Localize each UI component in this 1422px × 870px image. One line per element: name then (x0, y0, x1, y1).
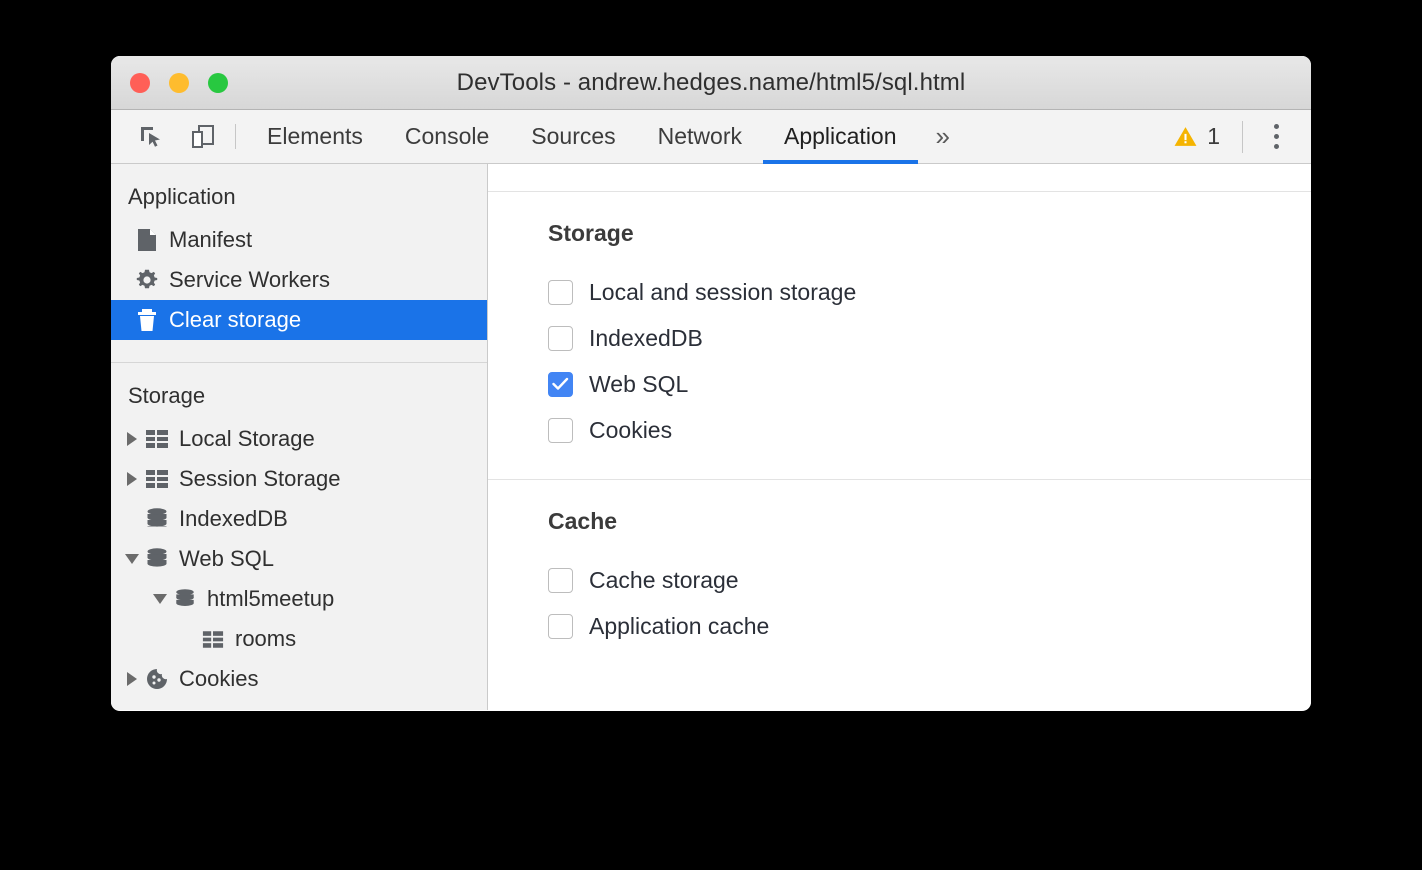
toolbar-right-group: 1 (1167, 110, 1311, 163)
sidebar-item-web-sql[interactable]: Web SQL (111, 539, 487, 579)
sidebar-item-session-storage[interactable]: Session Storage (111, 459, 487, 499)
checkbox-cache-storage[interactable] (548, 568, 573, 593)
sidebar-item-label: Cookies (179, 666, 258, 692)
tab-label: Elements (267, 123, 363, 150)
title-bar: DevTools - andrew.hedges.name/html5/sql.… (111, 56, 1311, 110)
trash-icon (133, 308, 161, 332)
tab-label: Console (405, 123, 489, 150)
checkbox-label: Cookies (589, 417, 672, 444)
checkbox-label: IndexedDB (589, 325, 703, 352)
database-icon (171, 588, 199, 610)
checkbox-local-and-session-storage[interactable] (548, 280, 573, 305)
chevron-right-icon[interactable] (121, 672, 143, 686)
checkbox-row-cache-storage[interactable]: Cache storage (548, 557, 1311, 603)
table-icon (143, 429, 171, 449)
more-tabs-button[interactable]: » (918, 110, 968, 163)
tab-application[interactable]: Application (763, 110, 918, 163)
gear-icon (133, 268, 161, 292)
kebab-dot (1274, 144, 1279, 149)
chevron-right-icon[interactable] (121, 472, 143, 486)
chevron-right-icon[interactable] (121, 432, 143, 446)
checkbox-label: Local and session storage (589, 279, 856, 306)
warning-triangle-icon (1173, 124, 1198, 149)
sidebar-item-label: Clear storage (169, 307, 301, 333)
sidebar-item-label: rooms (235, 626, 296, 652)
sidebar-item-cookies[interactable]: Cookies (111, 659, 487, 699)
table-icon (143, 469, 171, 489)
warning-count: 1 (1207, 123, 1220, 150)
maximize-window-button[interactable] (208, 73, 228, 93)
sidebar-item-label: html5meetup (207, 586, 334, 612)
sidebar-item-label: Session Storage (179, 466, 340, 492)
checkbox-label: Web SQL (589, 371, 688, 398)
sidebar-item-rooms[interactable]: rooms (111, 619, 487, 659)
checkbox-web-sql[interactable] (548, 372, 573, 397)
window-title: DevTools - andrew.hedges.name/html5/sql.… (111, 69, 1311, 97)
checkbox-label: Application cache (589, 613, 769, 640)
close-window-button[interactable] (130, 73, 150, 93)
warning-indicator[interactable]: 1 (1167, 123, 1226, 150)
storage-options-section: Storage Local and session storage Indexe… (488, 192, 1311, 479)
cookie-icon (143, 667, 171, 691)
checkmark-icon (552, 377, 569, 391)
section-heading: Storage (548, 220, 1311, 247)
minimize-window-button[interactable] (169, 73, 189, 93)
checkbox-indexeddb[interactable] (548, 326, 573, 351)
database-icon (143, 547, 171, 571)
toolbar-icon-group (111, 110, 221, 163)
table-icon (199, 630, 227, 649)
traffic-lights (130, 73, 228, 93)
tab-console[interactable]: Console (384, 110, 510, 163)
checkbox-application-cache[interactable] (548, 614, 573, 639)
sidebar-item-label: Manifest (169, 227, 252, 253)
checkbox-row-application-cache[interactable]: Application cache (548, 603, 1311, 649)
checkbox-row-indexeddb[interactable]: IndexedDB (548, 315, 1311, 361)
sidebar-section-title-application: Application (111, 164, 487, 220)
sidebar-item-manifest[interactable]: Manifest (111, 220, 487, 260)
sidebar-item-service-workers[interactable]: Service Workers (111, 260, 487, 300)
tab-elements[interactable]: Elements (246, 110, 384, 163)
section-heading: Cache (548, 508, 1311, 535)
devtools-toolbar: Elements Console Sources Network Applica… (111, 110, 1311, 164)
cache-options-section: Cache Cache storage Application cache (488, 479, 1311, 675)
sidebar-item-local-storage[interactable]: Local Storage (111, 419, 487, 459)
checkbox-cookies[interactable] (548, 418, 573, 443)
panel-top-strip (488, 164, 1311, 192)
tab-label: Application (784, 123, 897, 150)
chevron-down-icon[interactable] (121, 554, 143, 564)
database-icon (143, 507, 171, 531)
checkbox-row-cookies[interactable]: Cookies (548, 407, 1311, 453)
sidebar-item-label: Web SQL (179, 546, 274, 572)
application-sidebar: Application Manifest (111, 164, 488, 710)
inspect-element-icon[interactable] (133, 119, 169, 155)
checkbox-row-local-and-session-storage[interactable]: Local and session storage (548, 269, 1311, 315)
kebab-dot (1274, 124, 1279, 129)
kebab-menu-icon[interactable] (1259, 120, 1293, 154)
panel-tabs: Elements Console Sources Network Applica… (246, 110, 968, 163)
tab-label: Sources (531, 123, 615, 150)
toolbar-right-divider (1242, 121, 1243, 153)
document-icon (133, 228, 161, 252)
clear-storage-panel: Storage Local and session storage Indexe… (488, 164, 1311, 710)
checkbox-row-web-sql[interactable]: Web SQL (548, 361, 1311, 407)
devtools-body: Application Manifest (111, 164, 1311, 710)
sidebar-item-html5meetup[interactable]: html5meetup (111, 579, 487, 619)
sidebar-item-clear-storage[interactable]: Clear storage (111, 300, 487, 340)
tab-label: Network (658, 123, 742, 150)
devtools-window: DevTools - andrew.hedges.name/html5/sql.… (111, 56, 1311, 711)
sidebar-section-title-storage: Storage (111, 363, 487, 419)
chevron-down-icon[interactable] (149, 594, 171, 604)
sidebar-item-label: IndexedDB (179, 506, 288, 532)
sidebar-item-indexeddb[interactable]: IndexedDB (111, 499, 487, 539)
sidebar-item-label: Service Workers (169, 267, 330, 293)
tab-network[interactable]: Network (637, 110, 763, 163)
tab-sources[interactable]: Sources (510, 110, 636, 163)
checkbox-label: Cache storage (589, 567, 739, 594)
sidebar-item-label: Local Storage (179, 426, 315, 452)
toolbar-divider (235, 124, 236, 149)
kebab-dot (1274, 134, 1279, 139)
device-toolbar-icon[interactable] (185, 119, 221, 155)
